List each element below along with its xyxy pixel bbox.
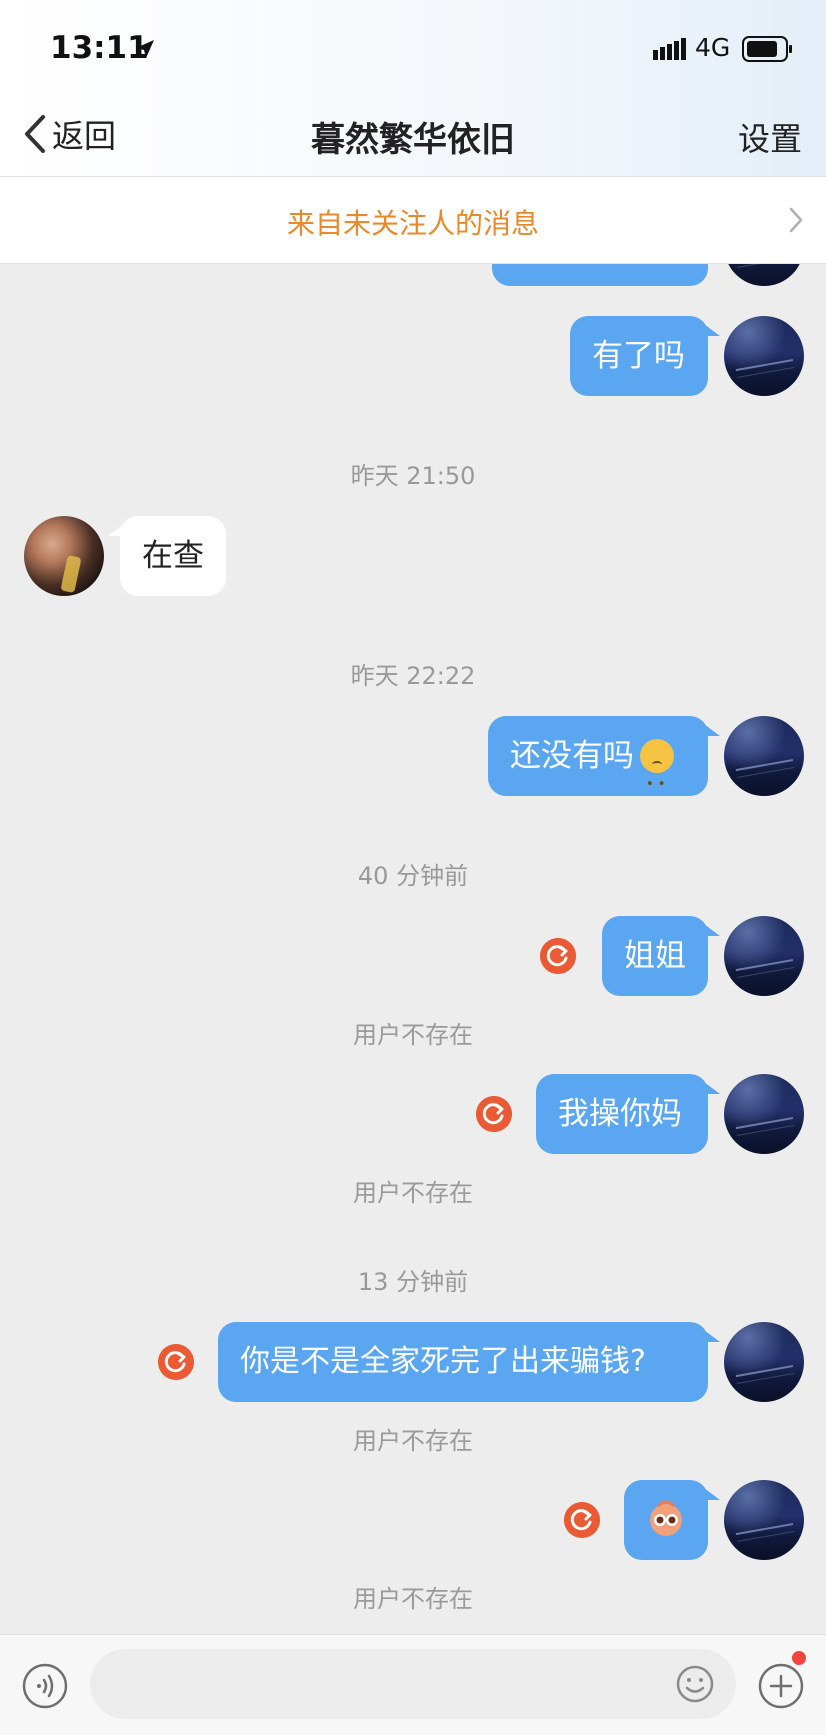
my-avatar[interactable]	[724, 1074, 804, 1154]
sticker-icon	[650, 1500, 682, 1536]
message-text: 还没有吗	[510, 738, 634, 774]
my-avatar[interactable]	[724, 1480, 804, 1560]
stranger-message-notice[interactable]: 来自未关注人的消息	[0, 177, 826, 264]
plus-icon[interactable]	[758, 1663, 804, 1709]
delivery-status: 用户不存在	[353, 1021, 473, 1049]
my-avatar[interactable]	[724, 716, 804, 796]
sad-face-emoji	[640, 738, 674, 825]
message-bubble[interactable]: 你是不是全家死完了出来骗钱?	[218, 1322, 720, 1402]
battery-icon	[742, 36, 792, 62]
emoji-icon[interactable]	[676, 1665, 714, 1703]
message-bubble[interactable]: 姐姐	[602, 916, 720, 996]
message-bubble[interactable]: 有了吗	[570, 316, 720, 396]
message-bubble[interactable]: 还没有吗	[488, 716, 720, 825]
notification-badge	[792, 1651, 806, 1665]
voice-icon[interactable]	[22, 1663, 68, 1709]
retry-icon[interactable]	[476, 1096, 512, 1132]
delivery-status: 用户不存在	[353, 1179, 473, 1207]
delivery-status: 用户不存在	[353, 1585, 473, 1613]
timestamp: 昨天 22:22	[350, 662, 476, 690]
timestamp: 昨天 21:50	[350, 462, 476, 490]
signal-icon	[653, 38, 686, 60]
retry-icon[interactable]	[158, 1344, 194, 1380]
delivery-status: 用户不存在	[353, 1427, 473, 1455]
timestamp: 40 分钟前	[357, 862, 469, 890]
my-avatar[interactable]	[724, 316, 804, 396]
sticker-message-bubble[interactable]	[624, 1480, 720, 1560]
nav-bar: 返回 暮然繁华依旧 设置	[0, 100, 826, 177]
my-avatar[interactable]	[724, 1322, 804, 1402]
status-bar: 13:11 4G	[0, 0, 826, 100]
message-bubble[interactable]: 我操你妈	[536, 1074, 720, 1154]
network-type: 4G	[695, 33, 731, 62]
location-arrow-icon	[136, 40, 154, 58]
contact-avatar[interactable]	[24, 516, 104, 596]
input-bar	[0, 1634, 826, 1735]
chevron-right-icon	[789, 207, 803, 233]
received-message-bubble[interactable]: 在查	[108, 516, 226, 596]
retry-icon[interactable]	[564, 1502, 600, 1538]
notice-text: 来自未关注人的消息	[286, 207, 539, 240]
retry-icon[interactable]	[540, 938, 576, 974]
timestamp: 13 分钟前	[357, 1268, 469, 1296]
message-input[interactable]	[90, 1649, 736, 1719]
my-avatar[interactable]	[724, 916, 804, 996]
settings-button[interactable]: 设置	[738, 114, 802, 160]
chat-title: 暮然繁华依旧	[311, 120, 515, 160]
